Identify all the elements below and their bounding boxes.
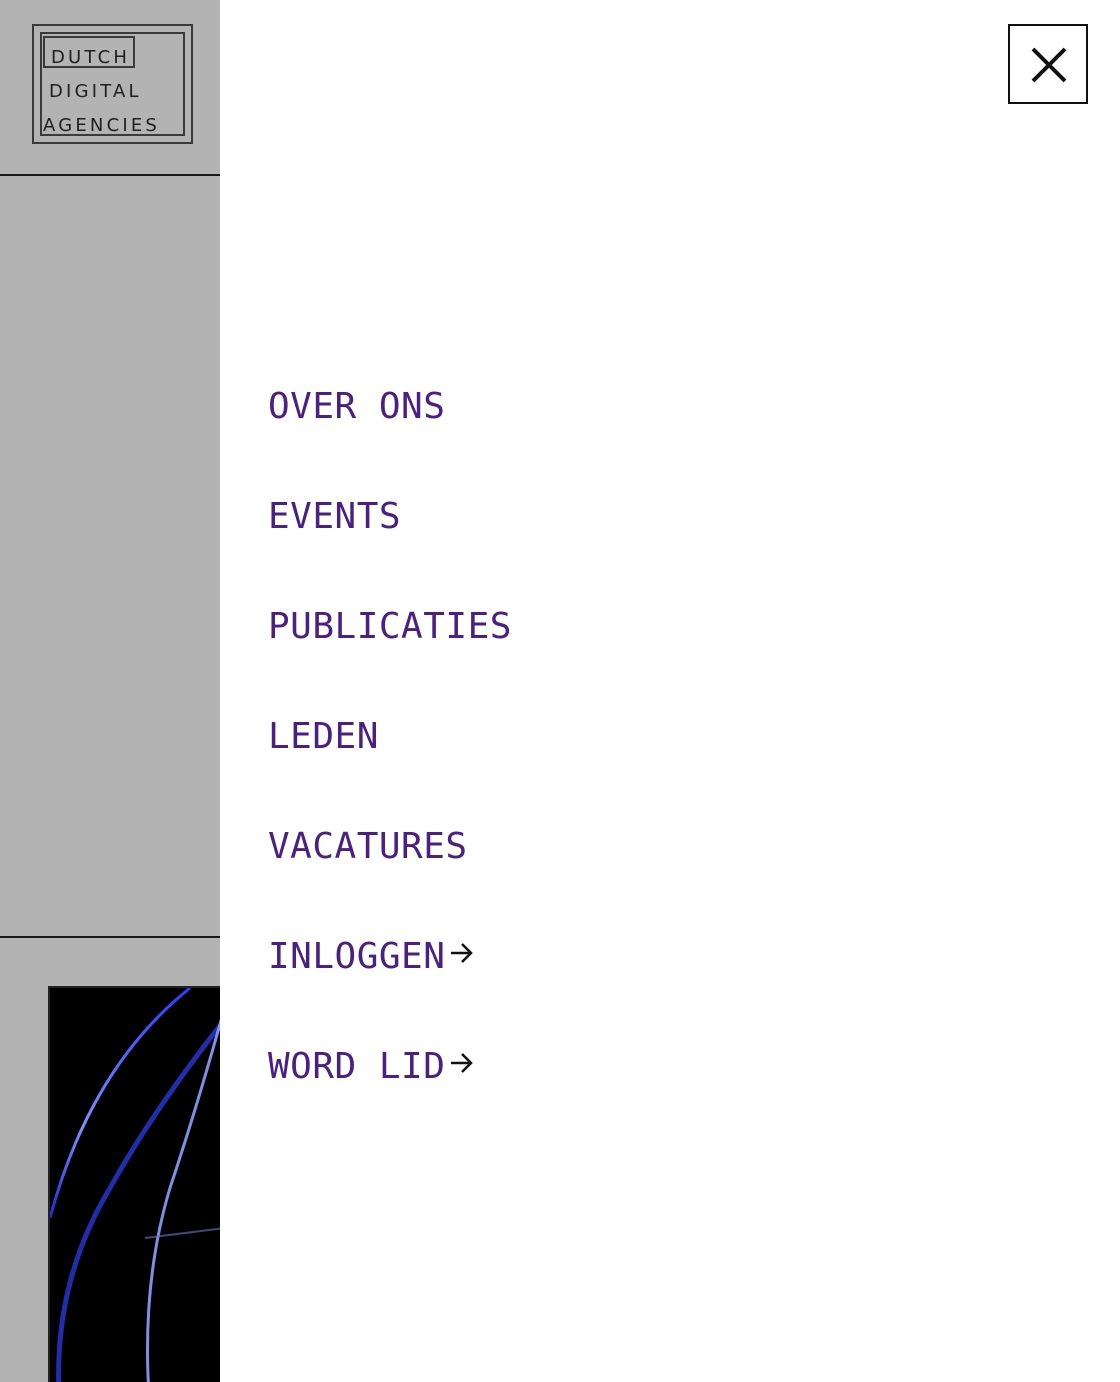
logo-line-3: AGENCIES <box>43 115 161 136</box>
nav-label: VACATURES <box>268 826 468 867</box>
nav-label: EVENTS <box>268 496 402 537</box>
arrow-right-icon <box>451 1053 474 1073</box>
nav-item-leden[interactable]: LEDEN <box>268 682 512 792</box>
nav-label: LEDEN <box>268 716 379 757</box>
nav-item-word-lid[interactable]: WORD LID <box>268 1012 512 1122</box>
nav-item-publicaties[interactable]: PUBLICATIES <box>268 572 512 682</box>
logo-line-1: DUTCH <box>51 47 131 68</box>
logo-line-2: DIGITAL <box>49 81 142 102</box>
main-navigation: OVER ONS EVENTS PUBLICATIES LEDEN VACATU… <box>268 352 512 1122</box>
close-button[interactable] <box>1008 24 1088 104</box>
nav-item-over-ons[interactable]: OVER ONS <box>268 352 512 462</box>
nav-item-inloggen[interactable]: INLOGGEN <box>268 902 512 1012</box>
nav-item-vacatures[interactable]: VACATURES <box>268 792 512 902</box>
nav-label: WORD LID <box>268 1046 446 1087</box>
nav-label: PUBLICATIES <box>268 606 512 647</box>
nav-item-events[interactable]: EVENTS <box>268 462 512 572</box>
menu-panel: OVER ONS EVENTS PUBLICATIES LEDEN VACATU… <box>220 0 1120 1382</box>
arrow-right-icon <box>451 943 474 963</box>
nav-label: INLOGGEN <box>268 936 446 977</box>
close-icon <box>1031 47 1067 83</box>
dutch-digital-agencies-logo[interactable]: DUTCH DIGITAL AGENCIES <box>32 24 193 144</box>
nav-label: OVER ONS <box>268 386 446 427</box>
